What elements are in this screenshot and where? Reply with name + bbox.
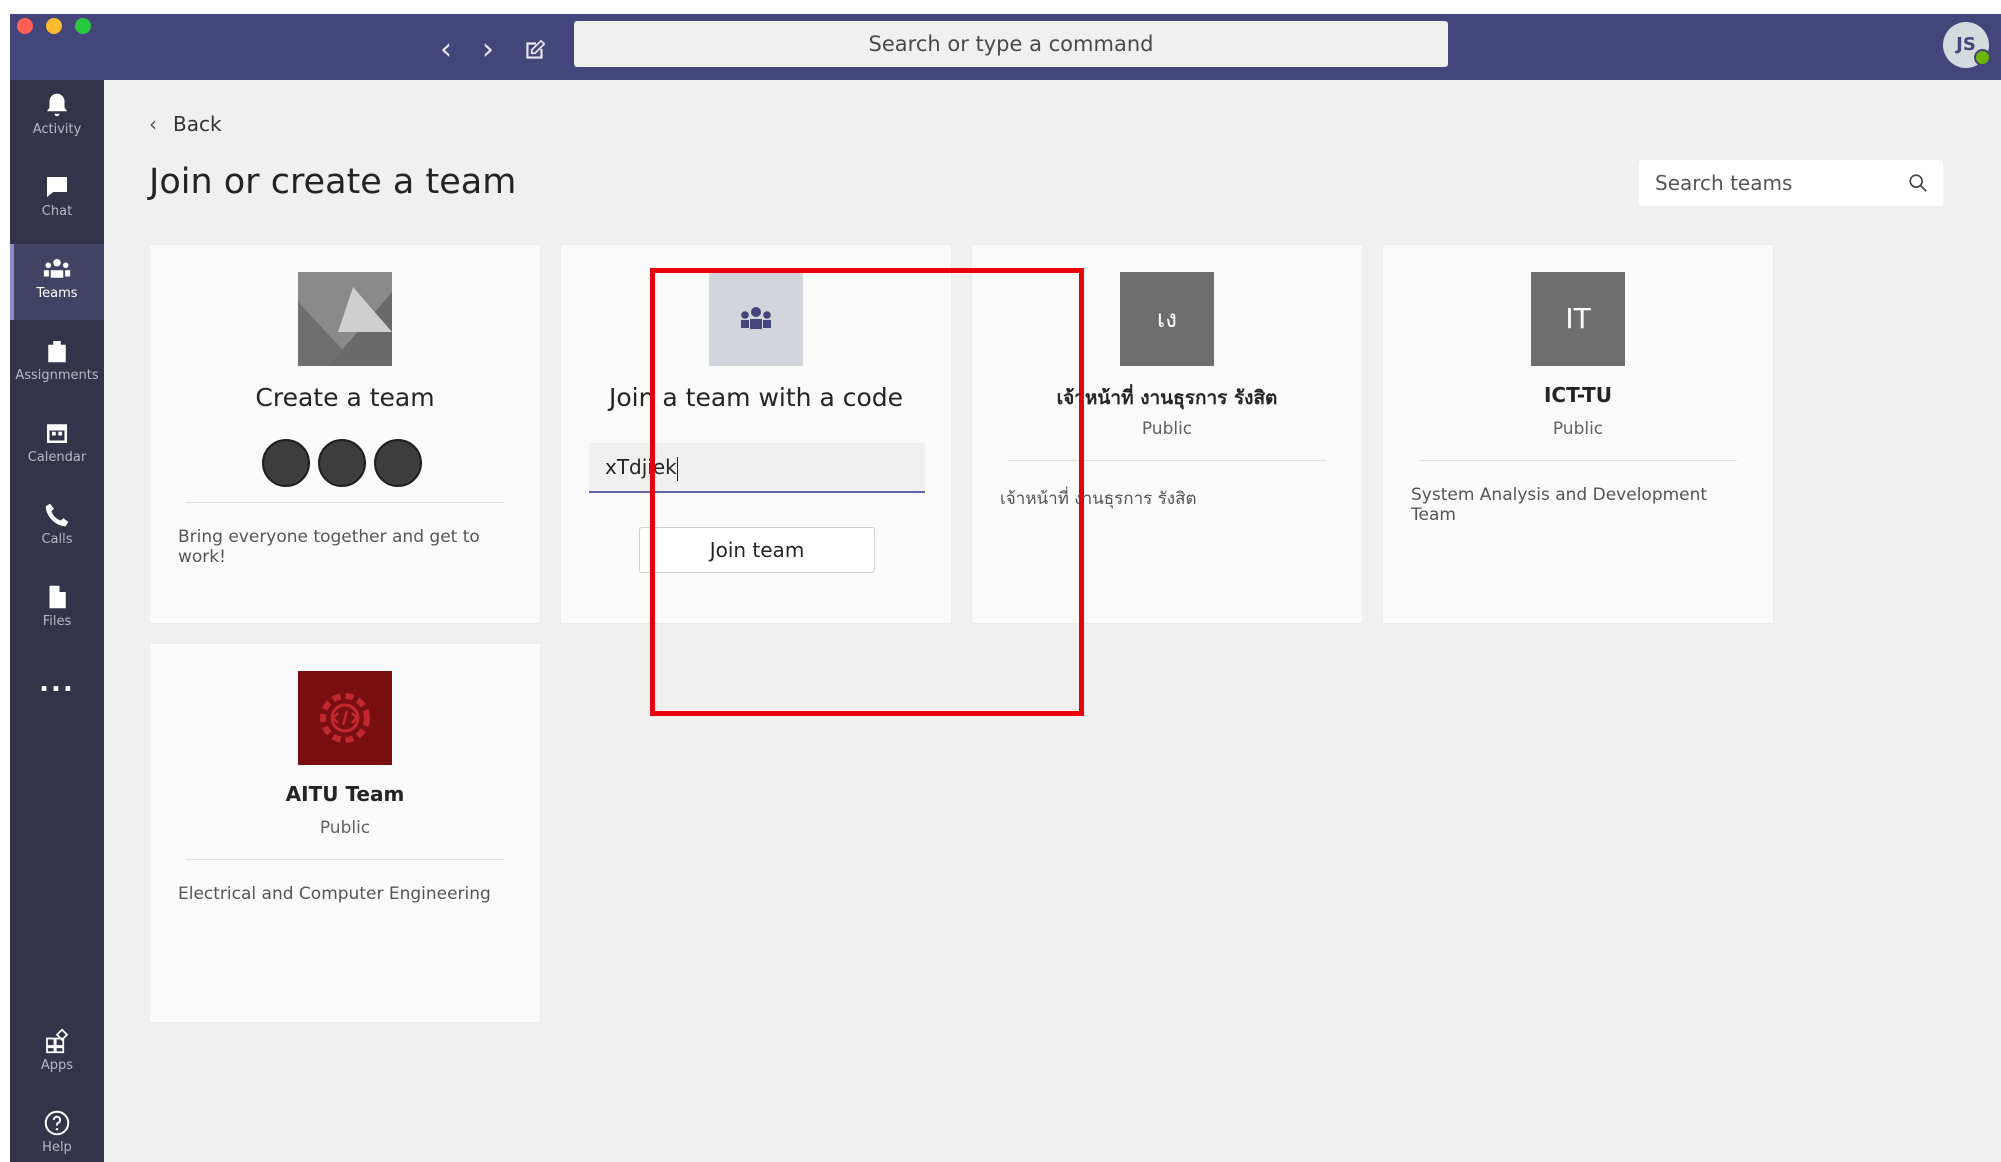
search-teams-placeholder: Search teams bbox=[1655, 171, 1793, 195]
rail-item-chat[interactable]: Chat bbox=[10, 162, 104, 238]
member-avatars bbox=[262, 439, 428, 489]
join-code-title: Join a team with a code bbox=[608, 383, 904, 412]
team-avatar: IT bbox=[1531, 272, 1625, 366]
team-name: เจ้าหน้าที่ งานธุรการ รังสิต bbox=[1056, 387, 1278, 409]
rail-label: Assignments bbox=[15, 368, 99, 383]
team-card[interactable]: เง เจ้าหน้าที่ งานธุรการ รังสิต Public เ… bbox=[971, 244, 1363, 624]
main-content: ‹ Back Join or create a team Search teams… bbox=[104, 80, 2001, 1162]
team-name: ICT-TU bbox=[1543, 383, 1613, 407]
card-divider bbox=[186, 502, 504, 503]
member-avatar bbox=[262, 439, 310, 487]
rail-item-calls[interactable]: Calls bbox=[10, 490, 104, 566]
member-avatar bbox=[318, 439, 366, 487]
rail-item-activity[interactable]: Activity bbox=[10, 80, 104, 156]
more-icon: ... bbox=[39, 668, 75, 698]
rail-item-more[interactable]: ... bbox=[10, 668, 104, 708]
calendar-icon bbox=[42, 418, 72, 448]
search-teams-input[interactable]: Search teams bbox=[1639, 160, 1943, 206]
teams-icon bbox=[741, 307, 771, 329]
rail-label: Calls bbox=[41, 532, 73, 547]
member-avatar bbox=[374, 439, 422, 487]
rail-item-help[interactable]: Help bbox=[10, 1098, 104, 1162]
rail-label: Teams bbox=[36, 286, 78, 301]
nav-forward-icon[interactable]: › bbox=[470, 32, 506, 68]
teams-window: ‹ › Search or type a command JS Activity… bbox=[10, 14, 2001, 1162]
chat-icon bbox=[42, 172, 72, 202]
text-cursor bbox=[676, 456, 678, 481]
rail-label: Help bbox=[42, 1140, 72, 1155]
team-avatar: เง bbox=[1120, 272, 1214, 366]
teams-icon bbox=[42, 254, 72, 284]
rail-item-files[interactable]: Files bbox=[10, 572, 104, 648]
team-avatar bbox=[298, 671, 392, 765]
create-team-description: Bring everyone together and get to work! bbox=[178, 527, 480, 567]
team-visibility: Public bbox=[319, 818, 371, 838]
app-rail: Activity Chat Teams Assignments Calendar bbox=[10, 80, 104, 1162]
close-window-button[interactable] bbox=[17, 18, 33, 34]
team-name: AITU Team bbox=[285, 782, 405, 806]
avatar-initials: JS bbox=[1956, 34, 1976, 55]
phone-icon bbox=[42, 500, 72, 530]
gear-code-icon bbox=[298, 671, 392, 765]
join-with-code-card: Join a team with a code xTdjiek Join tea… bbox=[560, 244, 952, 624]
rail-item-calendar[interactable]: Calendar bbox=[10, 408, 104, 484]
rail-label: Apps bbox=[40, 1058, 74, 1073]
team-description: Electrical and Computer Engineering bbox=[178, 884, 491, 904]
maximize-window-button[interactable] bbox=[75, 18, 91, 34]
team-card[interactable]: AITU Team Public Electrical and Computer… bbox=[149, 643, 541, 1023]
team-visibility: Public bbox=[1552, 419, 1604, 439]
team-description: System Analysis and Development Team bbox=[1411, 485, 1708, 525]
card-divider bbox=[1008, 460, 1326, 461]
assignments-icon bbox=[42, 336, 72, 366]
create-team-card[interactable]: Create a team Bring everyone together an… bbox=[149, 244, 541, 624]
page-title: Join or create a team bbox=[149, 162, 517, 202]
team-code-value: xTdjiek bbox=[605, 455, 677, 479]
back-label: Back bbox=[173, 112, 222, 136]
rail-item-apps[interactable]: Apps bbox=[10, 1016, 104, 1092]
team-card[interactable]: IT ICT-TU Public System Analysis and Dev… bbox=[1382, 244, 1774, 624]
create-team-title: Create a team bbox=[255, 383, 435, 412]
card-divider bbox=[1419, 460, 1737, 461]
rail-label: Files bbox=[42, 614, 72, 629]
back-link[interactable]: ‹ Back bbox=[149, 112, 222, 136]
join-team-button[interactable]: Join team bbox=[639, 527, 875, 573]
user-avatar[interactable]: JS bbox=[1943, 22, 1991, 68]
rail-label: Activity bbox=[32, 122, 82, 137]
command-search-box[interactable]: Search or type a command bbox=[574, 21, 1448, 67]
minimize-window-button[interactable] bbox=[46, 18, 62, 34]
title-bar: ‹ › Search or type a command JS bbox=[10, 14, 2001, 80]
apps-icon bbox=[42, 1026, 72, 1056]
rail-item-assignments[interactable]: Assignments bbox=[10, 326, 104, 402]
file-icon bbox=[42, 582, 72, 612]
nav-back-icon[interactable]: ‹ bbox=[428, 32, 464, 68]
compose-icon[interactable] bbox=[517, 32, 553, 68]
team-code-input[interactable]: xTdjiek bbox=[589, 443, 925, 493]
rail-label: Calendar bbox=[27, 450, 87, 465]
presence-available-icon bbox=[1974, 49, 1991, 66]
card-divider bbox=[186, 859, 504, 860]
rail-item-teams[interactable]: Teams bbox=[10, 244, 104, 320]
chevron-left-icon: ‹ bbox=[149, 112, 157, 136]
team-description: เจ้าหน้าที่ งานธุรการ รังสิต bbox=[1000, 489, 1197, 509]
team-visibility: Public bbox=[1141, 419, 1193, 439]
create-team-image bbox=[298, 272, 392, 366]
bell-icon bbox=[42, 90, 72, 120]
help-icon bbox=[42, 1108, 72, 1138]
join-code-image bbox=[709, 272, 803, 366]
rail-label: Chat bbox=[41, 204, 73, 219]
search-icon[interactable] bbox=[1907, 172, 1929, 194]
